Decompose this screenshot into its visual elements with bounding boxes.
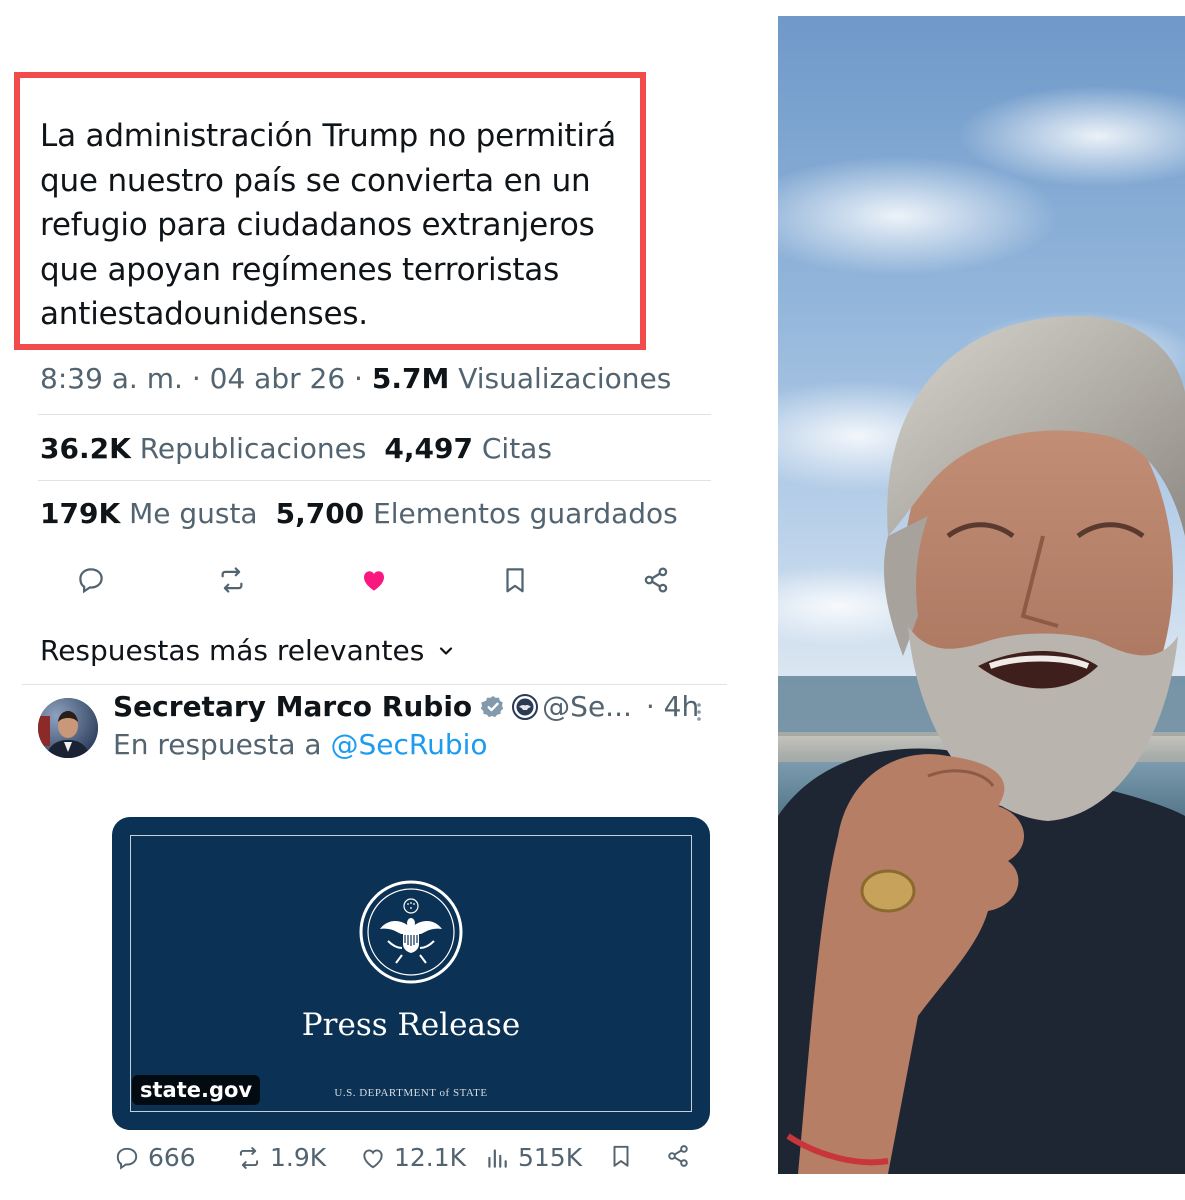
quotes-label: Citas (481, 432, 552, 465)
repost-icon (221, 567, 243, 593)
like-button[interactable] (356, 562, 392, 598)
reposts-stat[interactable]: 36.2K Republicaciones (40, 432, 366, 465)
reply-reposts-button[interactable]: 1.9K (236, 1143, 326, 1172)
reposts-count: 36.2K (40, 432, 131, 465)
bookmarks-label: Elementos guardados (373, 497, 678, 530)
in-reply-to: En respuesta a @SecRubio (113, 728, 488, 761)
card-title: Press Release (301, 1007, 521, 1043)
heart-filled-icon (364, 571, 384, 591)
reply-likes-button[interactable]: 12.1K (360, 1143, 466, 1172)
press-release-card[interactable]: Press Release U.S. DEPARTMENT of STATE s… (112, 817, 710, 1130)
reply-author-name[interactable]: Secretary Marco Rubio (113, 690, 472, 723)
share-icon (644, 567, 668, 593)
reply-views-count: 515K (518, 1143, 583, 1172)
likes-stat[interactable]: 179K Me gusta (40, 497, 258, 530)
state-department-seal-icon (512, 693, 539, 720)
reply-icon (116, 1147, 138, 1170)
chevron-down-icon (440, 646, 453, 655)
reply-header: Secretary Marco Rubio @Se... · 4h (113, 690, 699, 723)
tweet-text: La administración Trump no permitirá que… (40, 118, 617, 332)
bookmark-icon (506, 568, 524, 593)
verified-badge-icon[interactable] (480, 694, 506, 720)
more-options-icon[interactable] (692, 700, 706, 724)
likes-label: Me gusta (129, 497, 258, 530)
stats-likes-bookmarks: 179K Me gusta 5,700 Elementos guardados (40, 497, 678, 530)
card-source-badge: state.gov (132, 1075, 261, 1105)
bookmark-icon (613, 1145, 629, 1167)
reply-handle[interactable]: @Se... (542, 690, 632, 723)
divider (22, 684, 727, 685)
divider (38, 480, 711, 481)
repost-icon (239, 1146, 259, 1169)
bookmarks-count: 5,700 (275, 497, 365, 530)
in-reply-prefix: En respuesta a (113, 728, 331, 761)
tweet-meta: 8:39 a. m. · 04 abr 26 · 5.7M Visualizac… (40, 362, 671, 395)
tweet-date[interactable]: 04 abr 26 (210, 362, 346, 395)
avatar[interactable] (38, 698, 98, 758)
likes-count: 179K (40, 497, 121, 530)
tweet-time[interactable]: 8:39 a. m. (40, 362, 183, 395)
reply-icon (79, 568, 103, 594)
share-button[interactable] (638, 562, 674, 598)
in-reply-handle-link[interactable]: @SecRubio (330, 728, 487, 761)
replies-sort-dropdown[interactable]: Respuestas más relevantes (40, 634, 456, 667)
analytics-icon (488, 1148, 507, 1168)
reposts-label: Republicaciones (139, 432, 367, 465)
repost-button[interactable] (214, 562, 250, 598)
replies-sort-label: Respuestas más relevantes (40, 634, 425, 667)
heart-icon (363, 1148, 383, 1168)
views-label: Visualizaciones (458, 362, 672, 395)
reply-likes-count: 12.1K (394, 1143, 467, 1172)
bookmark-button[interactable] (497, 562, 533, 598)
divider (38, 414, 711, 415)
reply-bookmark-button[interactable] (608, 1143, 634, 1169)
meta-separator: · (182, 362, 210, 395)
views-count: 5.7M (371, 362, 450, 395)
reply-share-button[interactable] (665, 1143, 691, 1169)
quotes-stat[interactable]: 4,497 Citas (384, 432, 552, 465)
state-department-seal-icon (359, 880, 463, 984)
reply-button[interactable] (73, 562, 109, 598)
meta-separator: · (345, 362, 372, 395)
reply-replies-count: 666 (148, 1143, 196, 1172)
reply-views-button[interactable]: 515K (484, 1143, 582, 1172)
stats-reposts-quotes: 36.2K Republicaciones 4,497 Citas (40, 432, 552, 465)
share-icon (668, 1145, 688, 1167)
quotes-count: 4,497 (384, 432, 473, 465)
reply-replies-button[interactable]: 666 (114, 1143, 196, 1172)
man-beach-photo (778, 16, 1185, 1174)
bookmarks-stat[interactable]: 5,700 Elementos guardados (276, 497, 678, 530)
reply-reposts-count: 1.9K (270, 1143, 327, 1172)
